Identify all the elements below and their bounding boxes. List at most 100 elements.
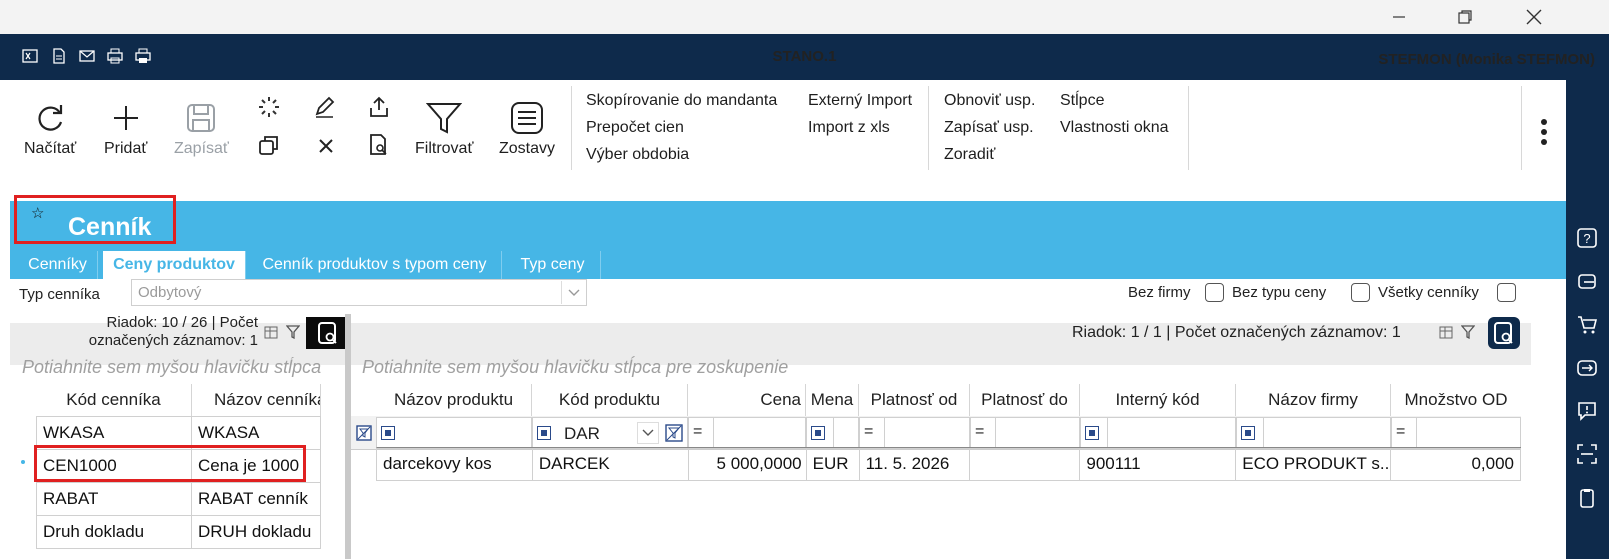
vsetky-cenniky-checkbox[interactable] <box>1497 283 1516 302</box>
filter-operator-icon[interactable] <box>811 426 825 440</box>
bez-firmy-label: Bez firmy <box>1128 284 1191 301</box>
typ-cennika-label: Typ cenníka <box>19 286 100 303</box>
menu-save-layout[interactable]: Zapísať usp. <box>944 119 1034 137</box>
export-grid-icon[interactable] <box>1439 326 1455 340</box>
search-doc-icon <box>1494 322 1513 344</box>
clipboard-icon[interactable] <box>1574 485 1600 511</box>
col-interny-kod[interactable]: Interný kód <box>1080 384 1236 416</box>
chevron-down-icon[interactable] <box>637 422 659 444</box>
edit-icon[interactable] <box>313 96 335 118</box>
cell-platnost-od: 11. 5. 2026 <box>859 448 971 481</box>
right-grid-header: Názov produktu Kód produktu Cena Mena Pl… <box>376 384 1521 416</box>
ribbon-divider <box>571 86 572 170</box>
export-icon[interactable] <box>368 96 390 118</box>
copy-icon[interactable] <box>258 134 280 156</box>
save-button[interactable]: Zapísať <box>174 96 229 158</box>
filter-label: Filtrovať <box>415 140 474 157</box>
window-titlebar <box>0 0 1609 34</box>
find-icon[interactable] <box>368 134 390 156</box>
typ-cennika-select[interactable]: Odbytový <box>131 279 587 306</box>
delete-icon[interactable] <box>315 134 337 156</box>
right-grid-status: Riadok: 1 / 1 | Počet označených záznamo… <box>1072 324 1401 341</box>
chevron-down-icon[interactable] <box>561 281 585 304</box>
filter-nazov-produktu[interactable] <box>376 417 532 449</box>
table-row[interactable]: Druh dokladu DRUH dokladu <box>36 516 321 549</box>
menu-copy-to-mandant[interactable]: Skopírovanie do mandanta <box>586 92 777 110</box>
save-label: Zapísať <box>174 140 229 157</box>
restore-button[interactable] <box>1442 0 1488 34</box>
menu-window-properties[interactable]: Vlastnosti okna <box>1060 119 1169 137</box>
menu-sort[interactable]: Zoradiť <box>944 146 995 164</box>
filter-mnozstvo-od[interactable]: = <box>1391 417 1521 449</box>
menu-external-import[interactable]: Externý Import <box>808 92 912 110</box>
load-button[interactable]: Načítať <box>24 96 76 158</box>
ribbon-divider <box>928 86 929 170</box>
menu-import-xls[interactable]: Import z xls <box>808 119 890 137</box>
clear-filter-icon[interactable] <box>665 424 683 442</box>
filter-operator-icon[interactable] <box>381 426 395 440</box>
search-doc-icon <box>318 322 337 344</box>
link-icon[interactable] <box>1574 269 1600 295</box>
filter-platnost-do[interactable]: = <box>970 417 1080 449</box>
left-status-line1: Riadok: 10 / 26 | Počet <box>106 314 259 331</box>
col-nazov-firmy[interactable]: Názov firmy <box>1236 384 1391 416</box>
filter-operator-icon[interactable] <box>1085 426 1099 440</box>
alert-icon[interactable] <box>1574 398 1600 424</box>
table-row[interactable]: darcekovy kos DARCEK 5 000,0000 EUR 11. … <box>376 447 1521 481</box>
col-nazov-cennika[interactable]: Názov cenníka <box>192 384 321 416</box>
left-grid-status: Riadok: 10 / 26 | Počet označených zázna… <box>20 314 258 350</box>
menu-recalc-prices[interactable]: Prepočet cien <box>586 119 684 137</box>
left-find-button[interactable] <box>306 317 345 349</box>
filter-button[interactable]: Filtrovať <box>415 96 473 158</box>
menu-refresh-layout[interactable]: Obnoviť usp. <box>944 92 1035 110</box>
funnel-icon <box>426 103 463 134</box>
loading-icon[interactable] <box>258 96 280 118</box>
more-options-icon[interactable] <box>1540 118 1548 148</box>
clear-filter-icon[interactable] <box>356 425 372 441</box>
filter-nazov-firmy[interactable] <box>1236 417 1391 449</box>
tab-cennik-typ-ceny[interactable]: Cenník produktov s typom ceny <box>248 251 502 279</box>
grid-filter-icon[interactable] <box>1460 325 1476 340</box>
menu-columns[interactable]: Stĺpce <box>1060 92 1104 110</box>
close-button[interactable] <box>1511 0 1557 34</box>
filter-interny-kod[interactable] <box>1080 417 1236 449</box>
table-row[interactable]: RABAT RABAT cenník <box>36 483 321 516</box>
filter-operator-icon[interactable] <box>1241 426 1255 440</box>
col-kod-cennika[interactable]: Kód cenníka <box>36 384 192 416</box>
col-kod-produktu[interactable]: Kód produktu <box>532 384 688 416</box>
tab-cenniky[interactable]: Cenníky <box>18 251 98 279</box>
menu-select-period[interactable]: Výber obdobia <box>586 146 689 164</box>
scan-icon[interactable] <box>1574 441 1600 467</box>
right-find-button[interactable] <box>1488 317 1520 349</box>
col-mena[interactable]: Mena <box>806 384 859 416</box>
transfer-icon[interactable] <box>1574 355 1600 381</box>
help-icon[interactable]: ? <box>1574 225 1600 251</box>
col-mnozstvo-od[interactable]: Množstvo OD <box>1391 384 1521 416</box>
cart-icon[interactable] <box>1574 312 1600 338</box>
grid-filter-icon[interactable] <box>285 325 301 340</box>
filter-operator-icon[interactable] <box>537 426 551 440</box>
filter-eq: = <box>1396 423 1406 440</box>
col-platnost-do[interactable]: Platnosť do <box>970 384 1080 416</box>
save-icon <box>187 104 216 132</box>
col-nazov-produktu[interactable]: Názov produktu <box>376 384 532 416</box>
filter-cena[interactable]: = <box>688 417 806 449</box>
reports-button[interactable]: Zostavy <box>499 96 555 158</box>
bez-typu-checkbox[interactable] <box>1351 283 1370 302</box>
tab-typ-ceny[interactable]: Typ ceny <box>505 251 601 279</box>
filter-eq: = <box>693 423 703 440</box>
col-platnost-od[interactable]: Platnosť od <box>859 384 970 416</box>
bez-firmy-checkbox[interactable] <box>1205 283 1224 302</box>
tab-ceny-produktov[interactable]: Ceny produktov <box>103 251 246 279</box>
cell-kod: Druh dokladu <box>36 516 192 549</box>
filter-platnost-od[interactable]: = <box>859 417 970 449</box>
minimize-button[interactable] <box>1376 0 1422 34</box>
col-cena[interactable]: Cena <box>688 384 806 416</box>
left-group-hint: Potiahnite sem myšou hlavičku stĺpca <box>22 357 322 377</box>
export-grid-icon[interactable] <box>264 326 280 340</box>
add-button[interactable]: Pridať <box>104 96 147 158</box>
filter-kod-produktu[interactable]: DAR <box>532 417 688 449</box>
form-header <box>10 201 1566 251</box>
app-title: STANO.1 <box>772 48 837 65</box>
filter-mena[interactable] <box>806 417 859 449</box>
